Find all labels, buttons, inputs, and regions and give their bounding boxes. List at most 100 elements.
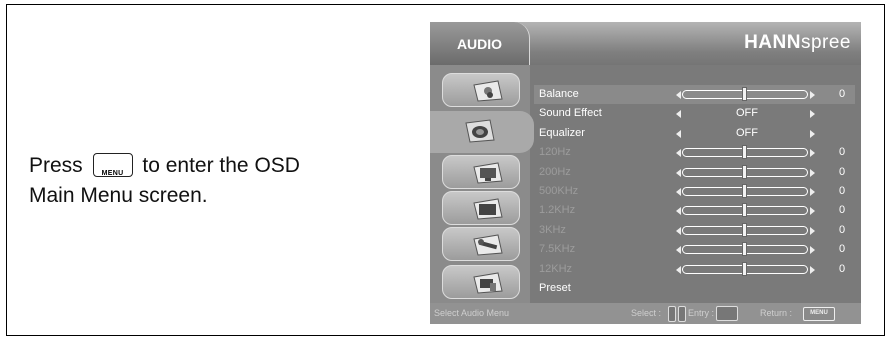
setting-row-3khz[interactable]: 3KHz 0 [534,221,855,240]
left-arrow-icon[interactable] [676,91,681,99]
setting-row-equalizer[interactable]: Equalizer OFF [534,124,855,143]
left-arrow-icon[interactable] [676,226,681,235]
setting-label: Sound Effect [539,107,602,120]
left-arrow-icon[interactable] [676,207,681,216]
updown-keys-icon [668,306,676,322]
entry-key-icon [716,306,738,321]
slider-track[interactable] [682,203,808,218]
setting-label: 1.2KHz [539,204,576,217]
audio-icon [465,119,495,143]
setting-label: 120Hz [539,146,571,159]
slider-thumb[interactable] [742,242,747,257]
updown-keys-icon-2 [678,306,686,322]
right-arrow-icon[interactable] [810,207,815,216]
right-arrow-icon[interactable] [810,226,815,235]
slider-track[interactable] [682,261,808,276]
instruction-press: Press [29,154,83,177]
category-picture[interactable] [442,73,520,107]
setting-row-sound-effect[interactable]: Sound Effect OFF [534,104,855,123]
picture-icon [473,80,503,102]
setting-row-120hz[interactable]: 120Hz 0 [534,143,855,162]
instruction-text: Press MENU to enter the OSD Main Menu sc… [29,151,300,211]
setting-value: OFF [736,126,758,139]
right-arrow-icon[interactable] [810,246,815,255]
setting-label: Equalizer [539,126,585,139]
setting-value: 0 [838,243,846,256]
setting-label: 12KHz [539,262,573,275]
setting-row-1-2khz[interactable]: 1.2KHz 0 [534,201,855,220]
setting-value: OFF [736,107,758,120]
instruction-after-key: to enter the OSD [142,154,300,177]
setting-value: 0 [838,262,846,275]
left-arrow-icon[interactable] [676,110,681,119]
setting-value: 0 [838,165,846,178]
tab-audio[interactable]: AUDIO [430,22,530,65]
left-arrow-icon[interactable] [676,246,681,255]
setting-value: 0 [838,88,846,100]
setting-label: 500KHz [539,185,579,197]
footer-hint: Select Audio Menu [434,308,510,318]
input-icon [473,272,503,294]
left-arrow-icon[interactable] [676,265,681,274]
footer-return-label: Return : [760,308,793,318]
setting-label: 200Hz [539,165,571,178]
left-arrow-icon[interactable] [676,168,681,177]
setting-label: 3KHz [539,223,566,236]
slider-thumb[interactable] [742,203,747,218]
footer-entry-label: Entry : [688,308,715,318]
setting-value: 0 [838,223,846,236]
slider-track[interactable] [682,222,808,237]
right-arrow-icon[interactable] [810,265,815,274]
osd-main-menu: AUDIO HANNspree Balance 0 Sound Effect OFF E… [430,22,861,324]
left-arrow-icon[interactable] [676,188,681,196]
slider-thumb[interactable] [742,261,747,276]
category-audio[interactable] [430,111,534,153]
osd-settings-list: Balance 0 Sound Effect OFF Equalizer OFF 120Hz… [534,65,861,303]
slider-track[interactable] [682,184,808,198]
setting-value: 0 [838,204,846,217]
osd-footer: Select Audio Menu Select : Entry : Retur… [430,303,861,324]
category-display[interactable] [442,155,520,189]
category-pip[interactable] [442,191,520,225]
menu-key-icon: MENU [92,152,133,177]
slider-track[interactable] [682,164,808,179]
right-arrow-icon[interactable] [810,168,815,177]
setting-row-7-5khz[interactable]: 7.5KHz 0 [534,240,855,259]
slider-thumb[interactable] [742,184,747,198]
slider-thumb[interactable] [742,164,747,179]
osd-category-sidebar [430,65,534,303]
pip-icon [473,198,503,220]
left-arrow-icon[interactable] [676,129,681,138]
instruction-line2: Main Menu screen. [29,184,208,207]
menu-return-key-icon: MENU [803,307,835,321]
category-input[interactable] [442,265,520,299]
setting-row-500khz[interactable]: 500KHz 0 [534,182,855,201]
footer-select-label: Select : [631,308,662,318]
setting-row-balance[interactable]: Balance 0 [534,85,855,104]
category-tools[interactable] [442,227,520,261]
brand-logo: HANNspree [744,32,851,53]
right-arrow-icon[interactable] [810,149,815,158]
menu-key-label: MENU [101,169,124,177]
tools-icon [473,234,503,256]
right-arrow-icon[interactable] [810,129,815,138]
setting-value: 0 [838,146,846,159]
display-icon [473,162,503,184]
right-arrow-icon[interactable] [810,91,815,99]
slider-track[interactable] [682,145,808,160]
setting-label: Balance [539,88,579,100]
setting-row-200hz[interactable]: 200Hz 0 [534,163,855,182]
slider-track[interactable] [682,87,808,101]
slider-thumb[interactable] [742,145,747,160]
setting-row-12khz[interactable]: 12KHz 0 [534,260,855,279]
right-arrow-icon[interactable] [810,188,815,196]
slider-thumb[interactable] [742,87,747,101]
slider-thumb[interactable] [742,222,747,237]
osd-header: AUDIO HANNspree [430,22,861,65]
slider-track[interactable] [682,242,808,257]
setting-label: 7.5KHz [539,243,576,256]
setting-value: 0 [838,185,846,197]
right-arrow-icon[interactable] [810,110,815,119]
setting-row-preset[interactable]: Preset [534,279,855,298]
left-arrow-icon[interactable] [676,149,681,158]
